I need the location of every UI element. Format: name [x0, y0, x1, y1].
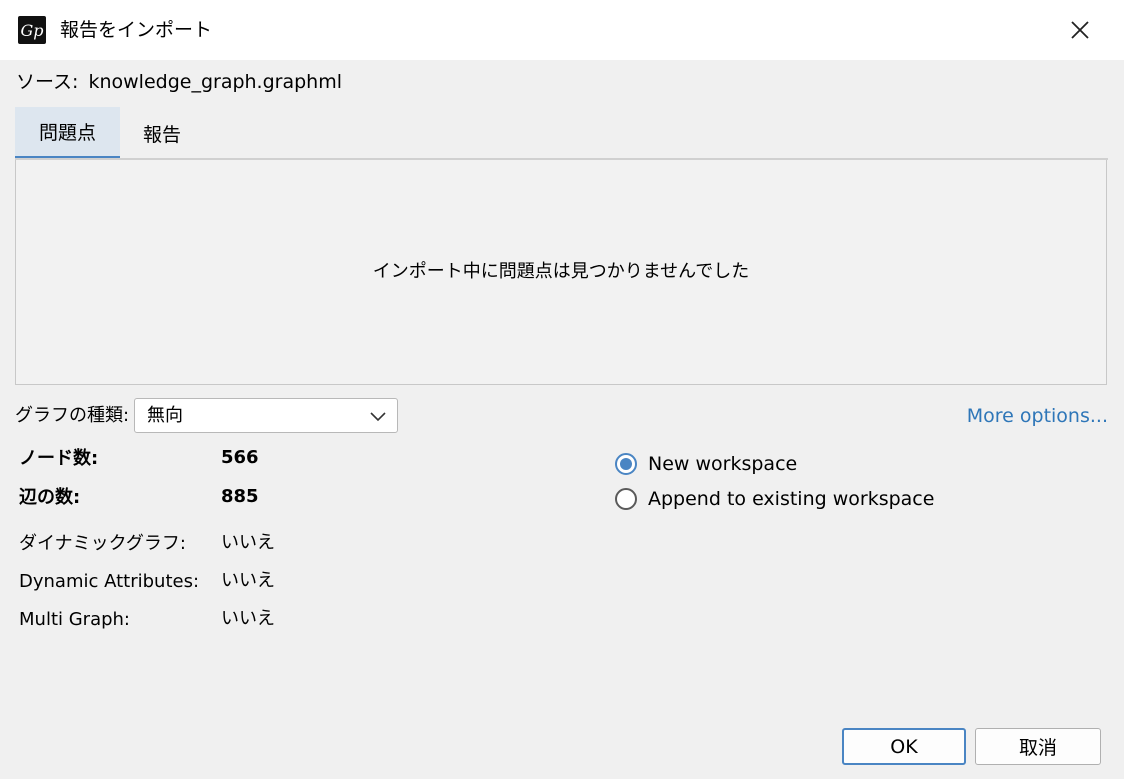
new-workspace-label: New workspace [648, 453, 798, 475]
dynamic-attributes-label: Dynamic Attributes: [19, 571, 200, 592]
tab-report[interactable]: 報告 [127, 107, 197, 160]
source-filename: knowledge_graph.graphml [88, 71, 343, 93]
tab-issues[interactable]: 問題点 [15, 107, 120, 160]
issues-message: インポート中に問題点は見つかりませんでした [372, 261, 750, 282]
issues-panel: インポート中に問題点は見つかりませんでした [15, 160, 1107, 385]
dynamic-graph-value: いいえ [221, 532, 275, 553]
multi-graph-value: いいえ [221, 608, 275, 629]
node-count-value: 566 [221, 447, 259, 468]
app-icon-glyph: Gp [20, 20, 44, 40]
ok-button[interactable]: OK [842, 728, 966, 765]
node-count-label: ノード数: [19, 448, 99, 469]
edge-count-label: 辺の数: [19, 487, 81, 508]
source-label: ソース: [16, 71, 79, 93]
radio-new-workspace[interactable] [615, 453, 637, 475]
gephi-app-icon: Gp [18, 16, 46, 44]
edge-count-value: 885 [221, 486, 259, 507]
dynamic-attributes-value: いいえ [221, 570, 275, 591]
cancel-button[interactable]: 取消 [975, 728, 1101, 765]
dynamic-graph-label: ダイナミックグラフ: [19, 533, 186, 554]
close-button[interactable] [1060, 12, 1100, 48]
graph-type-value: 無向 [147, 405, 183, 426]
graph-type-label: グラフの種類: [15, 405, 130, 426]
import-report-dialog: Gp 報告をインポート ソース: knowledge_graph.graphml … [0, 0, 1124, 779]
window-title: 報告をインポート [60, 19, 213, 41]
close-icon [1071, 21, 1089, 39]
radio-append-workspace[interactable] [615, 488, 637, 510]
graph-type-select[interactable]: 無向 [134, 398, 398, 433]
append-workspace-option[interactable]: Append to existing workspace [615, 486, 934, 512]
more-options-link[interactable]: More options... [967, 404, 1108, 428]
chevron-down-icon [370, 412, 386, 422]
multi-graph-label: Multi Graph: [19, 609, 130, 630]
append-workspace-label: Append to existing workspace [648, 488, 935, 510]
source-row: ソース: knowledge_graph.graphml [16, 70, 342, 94]
new-workspace-option[interactable]: New workspace [615, 451, 797, 477]
title-bar: Gp 報告をインポート [0, 0, 1124, 60]
